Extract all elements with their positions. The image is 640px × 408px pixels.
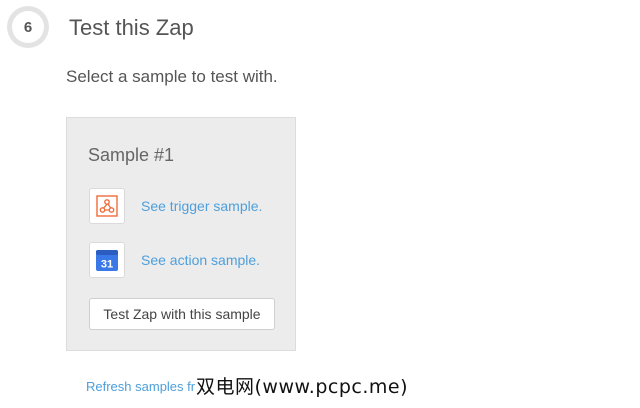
watermark-text: 双电网(www.pcpc.me) xyxy=(196,376,408,398)
google-calendar-icon: 31 xyxy=(89,242,125,278)
sample-title: Sample #1 xyxy=(88,145,175,165)
see-trigger-sample-link[interactable]: See trigger sample. xyxy=(141,198,262,214)
trigger-sample-row: See trigger sample. xyxy=(89,187,262,225)
test-zap-with-sample-button[interactable]: Test Zap with this sample xyxy=(89,298,275,330)
refresh-samples-link[interactable]: Refresh samples fr xyxy=(86,379,195,394)
step-number: 6 xyxy=(12,11,44,43)
test-zap-page: 6 Test this Zap Select a sample to test … xyxy=(0,0,640,408)
action-sample-row: 31 See action sample. xyxy=(89,241,260,279)
step-number-badge: 6 xyxy=(7,6,49,48)
calendar-day-number: 31 xyxy=(101,259,113,271)
instructions-text: Select a sample to test with. xyxy=(66,67,278,86)
sample-card: Sample #1 See trigger sample. 31 See act… xyxy=(66,117,296,351)
step-title: Test this Zap xyxy=(69,15,194,40)
webhook-icon xyxy=(89,188,125,224)
see-action-sample-link[interactable]: See action sample. xyxy=(141,252,260,268)
